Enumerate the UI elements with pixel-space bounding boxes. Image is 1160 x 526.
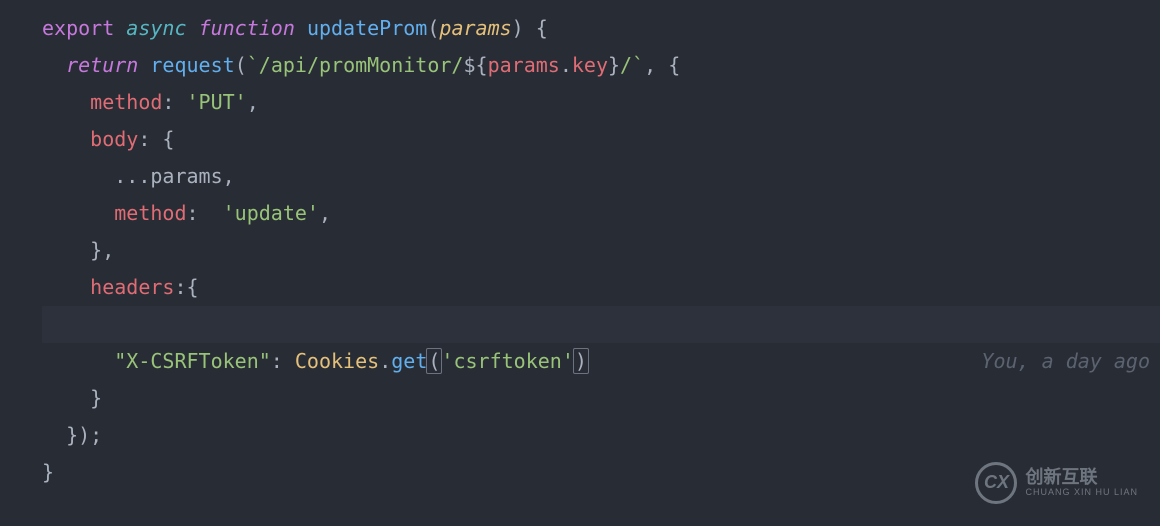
bracket-close: ) bbox=[573, 348, 589, 374]
header-key: "X-CSRFToken" bbox=[114, 349, 271, 373]
code-line: export async function updateProm(params)… bbox=[42, 10, 1160, 47]
string-update: 'update' bbox=[223, 201, 319, 225]
watermark-text: 创新互联 CHUANG XIN HU LIAN bbox=[1025, 468, 1138, 498]
code-line: method: 'update', bbox=[42, 195, 1160, 232]
code-line: }, bbox=[42, 232, 1160, 269]
code-editor[interactable]: export async function updateProm ( params)… bbox=[0, 10, 1160, 491]
watermark-sub: CHUANG XIN HU LIAN bbox=[1025, 488, 1138, 498]
property-body: body bbox=[90, 127, 138, 151]
function-name: updateProm bbox=[307, 16, 427, 40]
code-line: body: { bbox=[42, 121, 1160, 158]
get-method: get bbox=[391, 349, 427, 373]
watermark-main: 创新互联 bbox=[1025, 468, 1138, 488]
keyword-return: return bbox=[66, 53, 138, 77]
template-key: key bbox=[572, 53, 608, 77]
keyword-export: export bbox=[42, 16, 114, 40]
code-line: ...params, bbox=[42, 158, 1160, 195]
spread-operator: ... bbox=[114, 164, 150, 188]
template-object: params bbox=[488, 53, 560, 77]
param-name: params bbox=[439, 16, 511, 40]
cookies-object: Cookies bbox=[295, 349, 379, 373]
property-method-inner: method bbox=[114, 201, 186, 225]
property-method: method bbox=[90, 90, 162, 114]
code-line-current: "X-CSRFToken": Cookies.get('csrftoken')Y… bbox=[42, 306, 1160, 380]
watermark-logo-icon: CX bbox=[975, 462, 1017, 504]
string-put: 'PUT' bbox=[187, 90, 247, 114]
gitlens-annotation: You, a day ago bbox=[981, 343, 1150, 380]
code-line: method: 'PUT', bbox=[42, 84, 1160, 121]
current-line-highlight bbox=[42, 306, 1160, 343]
keyword-async: async bbox=[126, 16, 186, 40]
property-headers: headers bbox=[90, 275, 174, 299]
spread-param: params bbox=[150, 164, 222, 188]
code-line: } bbox=[42, 380, 1160, 417]
code-line: return request(`/api/promMonitor/${param… bbox=[42, 47, 1160, 84]
csrf-arg: 'csrftoken' bbox=[441, 349, 573, 373]
code-line: }); bbox=[42, 417, 1160, 454]
function-call: request bbox=[150, 53, 234, 77]
keyword-function: function bbox=[199, 16, 295, 40]
watermark: CX 创新互联 CHUANG XIN HU LIAN bbox=[975, 462, 1138, 504]
bracket-open: ( bbox=[426, 348, 442, 374]
code-line: headers:{ bbox=[42, 269, 1160, 306]
template-string-suffix: /` bbox=[620, 53, 644, 77]
template-string-prefix: `/api/promMonitor/ bbox=[247, 53, 464, 77]
